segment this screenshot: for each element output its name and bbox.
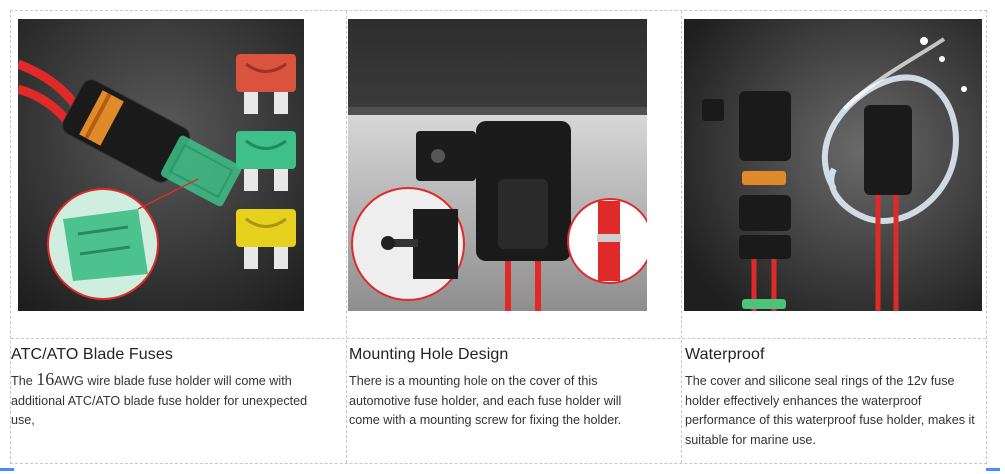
feature-card-blade-fuses: ATC/ATO Blade Fuses The 16AWG wire blade… [11, 11, 336, 463]
blade-fuses-image [18, 19, 304, 311]
card-title: Waterproof [685, 346, 765, 363]
card-title: ATC/ATO Blade Fuses [11, 346, 173, 363]
waterproof-image [684, 19, 982, 311]
card-description: The 16AWG wire blade fuse holder will co… [11, 369, 308, 427]
product-feature-grid: ATC/ATO Blade Fuses The 16AWG wire blade… [10, 10, 987, 464]
card-description: There is a mounting hole on the cover of… [349, 374, 622, 427]
card-description: The cover and silicone seal rings of the… [685, 374, 975, 447]
card-title: Mounting Hole Design [349, 346, 509, 363]
feature-card-mounting-hole: Mounting Hole Design There is a mounting… [347, 11, 672, 463]
selection-corner [0, 468, 14, 471]
selection-corner [986, 468, 1000, 471]
feature-card-waterproof: Waterproof The cover and silicone seal r… [682, 11, 1005, 463]
mounting-hole-image [348, 19, 647, 311]
